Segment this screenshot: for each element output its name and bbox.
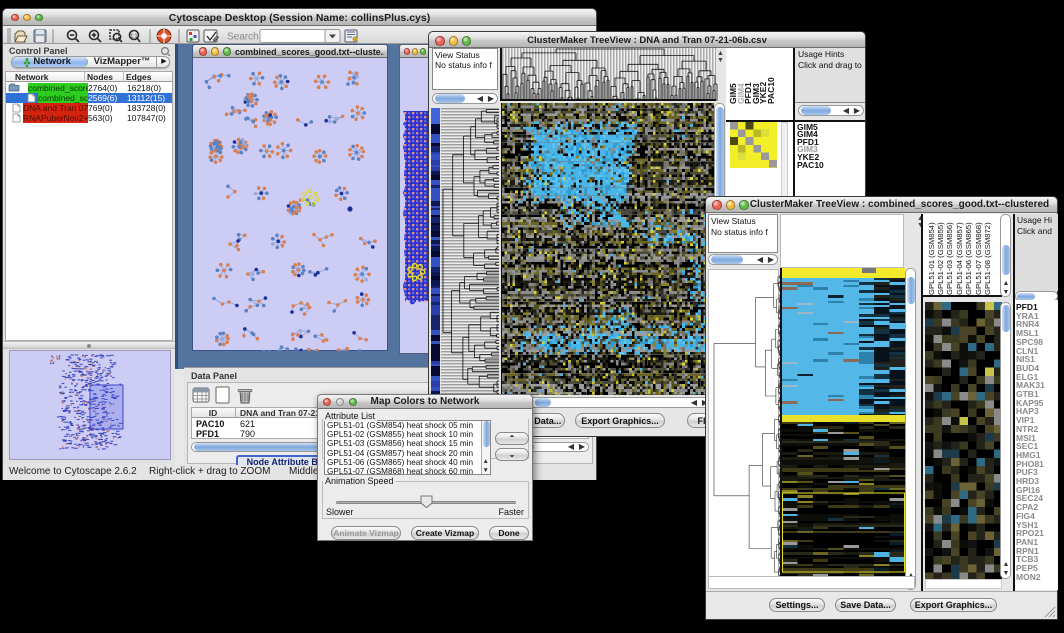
svg-text:1:1: 1:1 [131,34,138,40]
svg-text:Search:: Search: [227,32,261,43]
